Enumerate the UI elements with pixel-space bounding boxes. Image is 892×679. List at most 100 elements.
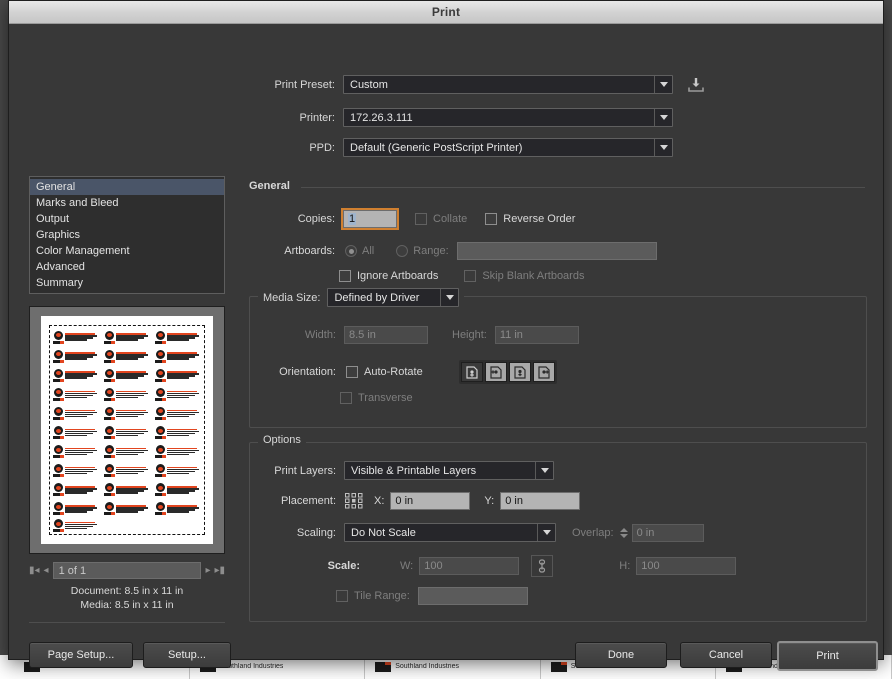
link-constrain-icon[interactable] [531,555,554,577]
preview-label-cell [51,481,101,499]
screen: Southland Industries Southland Industrie… [0,0,892,679]
chevron-down-icon [535,462,553,479]
artboards-range-radio[interactable] [396,245,409,257]
preview-logo-icon [104,464,115,478]
placement-y-value: 0 in [505,495,523,507]
scale-width-label: W: [400,560,414,572]
sidebar-item-output[interactable]: Output [30,211,224,227]
media-height-input: 11 in [494,326,579,344]
placement-anchor-grid-icon[interactable] [344,492,364,510]
preview-label-cell [153,404,203,422]
done-label: Done [607,649,635,661]
sidebar-item-advanced[interactable]: Advanced [30,259,224,275]
ignore-artboards-checkbox[interactable] [339,270,351,282]
preview-logo-icon [53,330,64,344]
print-preset-select[interactable]: Custom [343,75,673,94]
auto-rotate-checkbox[interactable] [346,366,358,378]
orientation-landscape-flipped-icon[interactable] [532,362,555,382]
artboards-all-radio[interactable] [345,245,357,257]
settings-nav-list[interactable]: General Marks and Bleed Output Graphics … [29,176,225,294]
preview-logo-icon [53,483,64,497]
media-size-value: Defined by Driver [334,291,420,304]
preview-label-cell [51,443,101,461]
preview-logo-icon [155,464,166,478]
sidebar-item-graphics[interactable]: Graphics [30,227,224,243]
setup-button[interactable]: Setup... [143,642,231,668]
media-width-height-row: Width: 8.5 in Height: 11 in [250,326,579,344]
save-preset-icon[interactable] [687,77,705,93]
next-page-icon[interactable]: ▸ [205,565,210,576]
ignore-artboards-label: Ignore Artboards [357,270,439,282]
tile-range-label: Tile Range: [354,590,410,602]
reverse-order-checkbox[interactable] [485,213,498,225]
copies-row: Copies: 1 Collate Reverse Order [249,208,576,230]
overlap-input: 0 in [631,523,704,542]
preview-logo-icon [53,464,64,478]
preview-label-cell [153,366,203,384]
copies-label: Copies: [297,213,335,225]
placement-x-label: X: [374,495,385,507]
last-page-icon[interactable]: ▸▮ [214,565,225,576]
preview-label-cell [102,328,152,346]
preview-label-cell [51,500,101,518]
page-setup-button[interactable]: Page Setup... [29,642,133,668]
preview-label-cell [51,328,101,346]
media-size-select[interactable]: Defined by Driver [327,288,460,307]
copies-input[interactable]: 1 [341,208,399,230]
printer-label: Printer: [299,111,335,124]
scale-height-input: 100 [636,557,737,575]
transverse-label: Transverse [358,392,413,404]
sidebar-item-summary[interactable]: Summary [30,275,224,291]
cancel-button[interactable]: Cancel [680,642,772,668]
preview-logo-icon [155,368,166,382]
ppd-select[interactable]: Default (Generic PostScript Printer) [343,138,673,157]
placement-y-label: Y: [484,495,495,507]
placement-x-input[interactable]: 0 in [390,492,471,510]
print-layers-select[interactable]: Visible & Printable Layers [344,461,554,480]
preview-logo-icon [104,368,115,382]
options-legend: Options [258,434,306,446]
print-preset-value: Custom [350,78,388,91]
sidebar-item-marks-and-bleed[interactable]: Marks and Bleed [30,195,224,211]
dialog-title: Print [431,5,461,19]
preview-logo-icon [53,445,64,459]
orientation-portrait-icon[interactable] [460,362,483,382]
print-preview[interactable] [29,306,225,554]
preview-page-navigation[interactable]: ▮◂ ◂ 1 of 1 ▸ ▸▮ [29,562,225,579]
scale-label: Scale: [327,560,360,572]
placement-y-input[interactable]: 0 in [500,492,581,510]
sidebar-item-color-management[interactable]: Color Management [30,243,224,259]
print-preset-label: Print Preset: [274,78,335,91]
orientation-button-group[interactable] [458,360,557,384]
orientation-portrait-flipped-icon[interactable] [508,362,531,382]
preview-logo-icon [53,387,64,401]
reverse-order-label: Reverse Order [503,213,576,225]
orientation-landscape-icon[interactable] [484,362,507,382]
preview-logo-icon [104,502,115,516]
preview-logo-icon [104,406,115,420]
preview-logo-icon [104,387,115,401]
previous-page-icon[interactable]: ◂ [44,565,49,576]
preview-label-cell [102,500,152,518]
copies-value: 1 [348,213,357,225]
artboards-range-input[interactable] [456,242,657,260]
print-layers-row: Print Layers: Visible & Printable Layers [250,461,554,480]
collate-checkbox [415,213,427,225]
first-page-icon[interactable]: ▮◂ [29,565,40,576]
preview-logo-icon [53,519,64,532]
preview-label-cell [102,462,152,480]
sidebar-item-general[interactable]: General [30,179,224,195]
placement-label: Placement: [280,495,336,507]
printer-row: Printer: 172.26.3.111 [249,108,849,127]
printer-select[interactable]: 172.26.3.111 [343,108,673,127]
print-layers-label: Print Layers: [274,464,336,477]
orientation-row: Orientation: Auto-Rotate [250,360,557,384]
media-size-legend: Media Size: Defined by Driver [258,288,465,307]
scaling-select[interactable]: Do Not Scale [344,523,556,542]
printer-value: 172.26.3.111 [350,111,413,124]
scale-row: Scale: W: 100 H: 100 [250,555,737,577]
page-number-field[interactable]: 1 of 1 [52,562,202,579]
page-setup-label: Page Setup... [47,649,115,661]
done-button[interactable]: Done [575,642,667,668]
print-button[interactable]: Print [777,641,878,671]
